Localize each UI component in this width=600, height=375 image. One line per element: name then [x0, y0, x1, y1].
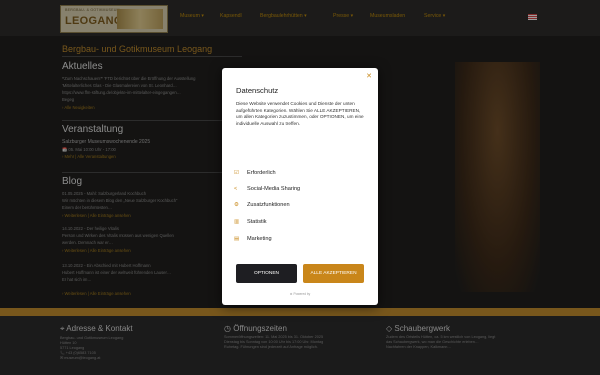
category-label: Statistik [247, 219, 267, 225]
category-zusatzfunktionen[interactable]: ⚙ Zusatzfunktionen [234, 201, 364, 210]
share-icon: < [234, 186, 238, 192]
category-label: Zusatzfunktionen [247, 202, 290, 208]
category-label: Social-Media Sharing [247, 186, 301, 192]
close-icon[interactable]: ✕ [366, 72, 372, 80]
category-statistik[interactable]: ▥ Statistik [234, 218, 364, 227]
powered-by-label: ⚙ Powered by [289, 292, 311, 296]
options-button[interactable]: OPTIONEN [236, 264, 297, 283]
gear-icon: ⚙ [234, 202, 239, 208]
accept-all-button[interactable]: ALLE AKZEPTIEREN [303, 264, 364, 283]
dialog-title: Datenschutz [236, 86, 279, 95]
privacy-consent-dialog: ✕ Datenschutz Diese Website verwendet Co… [222, 68, 378, 305]
category-label: Erforderlich [247, 170, 276, 176]
category-erforderlich[interactable]: ☑ Erforderlich [234, 169, 364, 178]
megaphone-icon: ▤ [234, 236, 240, 242]
category-social-media-sharing[interactable]: < Social-Media Sharing [234, 185, 364, 194]
category-marketing[interactable]: ▤ Marketing [234, 235, 364, 244]
dialog-description: Diese Website verwendet Cookies und Dien… [236, 101, 364, 126]
category-label: Marketing [247, 236, 272, 242]
chart-icon: ▥ [234, 219, 240, 225]
check-icon: ☑ [234, 170, 239, 176]
